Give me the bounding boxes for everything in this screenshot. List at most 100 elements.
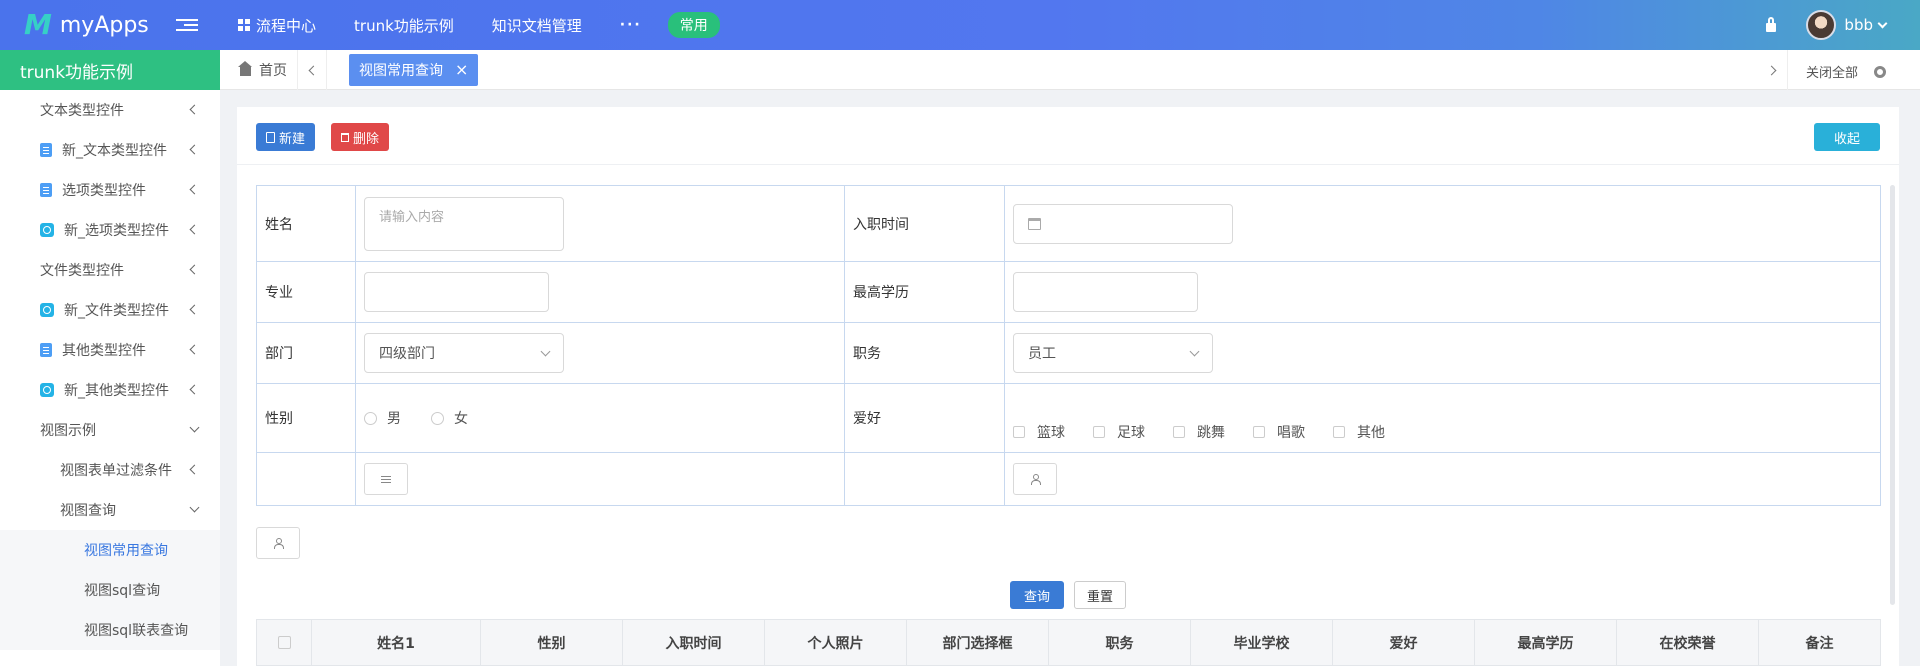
hobby-checkbox-football[interactable]: 足球 xyxy=(1093,422,1145,442)
chevron-left-icon xyxy=(189,264,200,275)
search-form: 姓名 请输入内容 入职时间 专业 最高学历 部门 四级部门 职务 员工 性别 男… xyxy=(256,185,1881,506)
user-icon xyxy=(273,538,284,549)
form-row: 姓名 请输入内容 入职时间 xyxy=(257,186,1880,262)
gender-label: 性别 xyxy=(257,384,356,452)
gear-icon[interactable] xyxy=(1874,65,1887,78)
tab-view-common-query[interactable]: 视图常用查询 × xyxy=(349,53,479,86)
calendar-icon xyxy=(1028,217,1041,230)
user-select-button[interactable] xyxy=(1013,463,1057,495)
user-picker-button[interactable] xyxy=(256,527,300,559)
avatar[interactable] xyxy=(1806,10,1837,40)
logo-mark-icon: M xyxy=(24,8,52,41)
close-icon[interactable]: × xyxy=(455,61,468,78)
tab-home[interactable]: 首页 xyxy=(220,60,297,80)
gender-radio-female[interactable]: 女 xyxy=(431,408,468,428)
sidebar-item-other-controls[interactable]: 其他类型控件 xyxy=(0,330,220,370)
more-icon[interactable]: ··· xyxy=(620,17,642,33)
hobby-checkbox-basketball[interactable]: 篮球 xyxy=(1013,422,1065,442)
column-header[interactable]: 个人照片 xyxy=(765,620,907,665)
new-button[interactable]: 新建 xyxy=(256,123,316,151)
chevron-down-icon[interactable] xyxy=(1877,18,1888,28)
name-input[interactable]: 请输入内容 xyxy=(364,196,564,251)
gender-radio-male[interactable]: 男 xyxy=(364,408,401,428)
hire-date-picker[interactable] xyxy=(1013,203,1233,244)
sidebar-item-new-file-controls[interactable]: 新_文件类型控件 xyxy=(0,290,220,330)
hobby-checkbox-other[interactable]: 其他 xyxy=(1333,422,1385,442)
sidebar-item-new-other-controls[interactable]: 新_其他类型控件 xyxy=(0,370,220,410)
column-header[interactable]: 爱好 xyxy=(1333,620,1475,665)
sidebar-item-option-controls[interactable]: 选项类型控件 xyxy=(0,170,220,210)
doc-icon xyxy=(40,143,52,157)
sidebar-item-file-controls[interactable]: 文件类型控件 xyxy=(0,250,220,290)
hobby-checkbox-dance[interactable]: 跳舞 xyxy=(1173,422,1225,442)
nav-knowledge-docs[interactable]: 知识文档管理 xyxy=(492,15,582,36)
form-row: 部门 四级部门 职务 员工 xyxy=(257,323,1880,384)
column-header[interactable]: 性别 xyxy=(481,620,623,665)
hobby-checkbox-sing[interactable]: 唱歌 xyxy=(1253,422,1305,442)
app-logo[interactable]: M myApps xyxy=(0,11,176,39)
department-select[interactable]: 四级部门 xyxy=(364,333,564,373)
chevron-left-icon xyxy=(189,184,200,195)
home-icon xyxy=(238,60,252,76)
column-header[interactable]: 姓名1 xyxy=(312,620,481,665)
tab-bar: 首页 视图常用查询 × 关闭全部 xyxy=(220,49,1920,90)
nav-workflow-center[interactable]: 流程中心 xyxy=(238,15,316,36)
chevron-left-icon xyxy=(189,144,200,155)
sidebar: trunk功能示例 文本类型控件 新_文本类型控件 选项类型控件 新_选项类型控… xyxy=(0,50,220,666)
chevron-down-icon xyxy=(540,346,551,357)
checkbox-icon xyxy=(1013,426,1025,438)
lock-icon[interactable] xyxy=(1766,17,1777,32)
chevron-left-icon xyxy=(189,304,200,315)
sidebar-item-new-text-controls[interactable]: 新_文本类型控件 xyxy=(0,130,220,170)
nav-trunk-demo[interactable]: trunk功能示例 xyxy=(354,15,454,36)
column-header[interactable]: 部门选择框 xyxy=(907,620,1049,665)
sidebar-item-text-controls[interactable]: 文本类型控件 xyxy=(0,90,220,130)
table-header: 姓名1 性别 入职时间 个人照片 部门选择框 职务 毕业学校 爱好 最高学历 在… xyxy=(256,619,1881,666)
chevron-left-icon xyxy=(189,384,200,395)
tab-scroll-right-icon[interactable] xyxy=(1758,50,1788,90)
column-header[interactable]: 入职时间 xyxy=(623,620,765,665)
vertical-scrollbar[interactable] xyxy=(1890,185,1895,605)
sidebar-item-view-query[interactable]: 视图查询 xyxy=(0,490,220,530)
column-header[interactable]: 在校荣誉 xyxy=(1617,620,1759,665)
column-header[interactable]: 备注 xyxy=(1759,620,1880,665)
sidebar-item-new-option-controls[interactable]: 新_选项类型控件 xyxy=(0,210,220,250)
grid-icon xyxy=(238,19,250,31)
sidebar-item-view-examples[interactable]: 视图示例 xyxy=(0,410,220,450)
select-all-checkbox[interactable] xyxy=(257,620,312,665)
sidebar-title: trunk功能示例 xyxy=(0,50,220,90)
reset-button[interactable]: 重置 xyxy=(1074,581,1127,609)
hobby-label: 爱好 xyxy=(845,384,1005,452)
column-header[interactable]: 职务 xyxy=(1049,620,1191,665)
query-button[interactable]: 查询 xyxy=(1010,581,1065,609)
major-input[interactable] xyxy=(364,272,549,312)
major-label: 专业 xyxy=(257,262,356,322)
form-row: 专业 最高学历 xyxy=(257,262,1880,323)
username[interactable]: bbb xyxy=(1844,16,1873,34)
box-icon xyxy=(40,383,54,397)
checkbox-icon xyxy=(1173,426,1185,438)
department-label: 部门 xyxy=(257,323,356,383)
sidebar-item-view-sql-join-query[interactable]: 视图sql联表查询 xyxy=(0,610,220,650)
form-row xyxy=(257,453,1880,506)
education-input[interactable] xyxy=(1013,272,1198,312)
column-header[interactable]: 毕业学校 xyxy=(1191,620,1333,665)
sidebar-item-view-common-query[interactable]: 视图常用查询 xyxy=(0,530,220,570)
form-actions: 查询 重置 xyxy=(1010,581,1127,609)
checkbox-icon xyxy=(1093,426,1105,438)
sidebar-item-view-sql-query[interactable]: 视图sql查询 xyxy=(0,570,220,610)
filter-settings-button[interactable] xyxy=(364,463,408,495)
menu-toggle-icon[interactable] xyxy=(176,19,198,31)
chevron-down-icon xyxy=(189,422,200,433)
chevron-down-icon xyxy=(1189,346,1200,357)
chevron-left-icon xyxy=(189,344,200,355)
close-all-tabs[interactable]: 关闭全部 xyxy=(1806,62,1887,81)
collapse-button[interactable]: 收起 xyxy=(1813,123,1880,151)
delete-button[interactable]: 删除 xyxy=(331,123,390,151)
name-label: 姓名 xyxy=(257,186,356,261)
position-select[interactable]: 员工 xyxy=(1013,333,1213,373)
frequent-pill[interactable]: 常用 xyxy=(667,12,720,38)
sidebar-item-view-form-filter[interactable]: 视图表单过滤条件 xyxy=(0,450,220,490)
tab-scroll-left-icon[interactable] xyxy=(297,49,327,90)
column-header[interactable]: 最高学历 xyxy=(1475,620,1617,665)
